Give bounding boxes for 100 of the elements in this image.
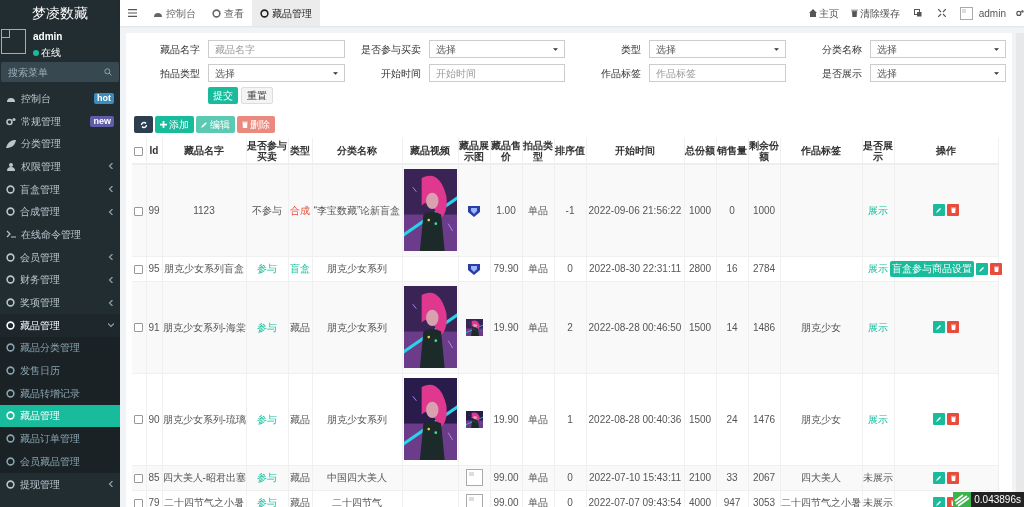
caret-icon xyxy=(553,47,558,51)
filter-label: 类型 xyxy=(620,42,642,57)
checkbox[interactable] xyxy=(134,473,144,483)
pencil-icon xyxy=(936,324,942,330)
sidebar-item[interactable]: 合成管理 xyxy=(0,200,120,224)
column-header: 是否参与买卖 xyxy=(247,139,287,162)
table-cell: 四大美人 xyxy=(801,472,841,483)
column-header: 操作 xyxy=(936,145,956,156)
table-cell: 1 xyxy=(567,413,573,425)
row-edit-button[interactable] xyxy=(933,496,945,507)
table-cell: 99.00 xyxy=(493,497,519,507)
chevron-down-icon xyxy=(108,322,114,329)
text-field[interactable]: 藏品名字 xyxy=(208,40,345,58)
nav-tab[interactable]: 藏品管理 xyxy=(252,0,320,26)
sidebar-item[interactable]: 会员管理 xyxy=(0,245,120,269)
select-field[interactable]: 选择 xyxy=(428,40,565,58)
reset-button[interactable]: 重置 xyxy=(241,87,273,104)
table-cell: 未展示 xyxy=(863,472,893,483)
row-edit-button[interactable] xyxy=(933,413,945,425)
pencil-icon xyxy=(201,121,208,128)
table-cell: 单品 xyxy=(528,413,548,425)
column-header: 排序值 xyxy=(555,145,585,156)
circle-icon xyxy=(6,434,15,444)
clear-cache-link[interactable]: 清除缓存 xyxy=(844,5,906,21)
table-cell: 二十四节气 xyxy=(332,497,382,507)
text-field[interactable]: 开始时间 xyxy=(428,64,565,82)
sidebar-item[interactable]: 常规管理 new xyxy=(0,109,120,133)
table-cell: 展示 xyxy=(868,263,888,274)
table-cell: 1.00 xyxy=(496,204,516,216)
table-cell: 盲盒 xyxy=(290,263,310,274)
menu-search-field[interactable]: 搜索菜单 xyxy=(1,62,119,82)
checkbox[interactable] xyxy=(134,264,144,274)
table-cell: 2022-07-10 15:43:11 xyxy=(588,472,682,483)
sidebar-item[interactable]: 权限管理 xyxy=(0,155,120,178)
row-edit-button[interactable] xyxy=(933,321,945,333)
row-delete-button[interactable] xyxy=(990,262,1002,275)
checkbox[interactable] xyxy=(134,323,144,333)
sidebar-item[interactable]: 奖项管理 xyxy=(0,291,120,314)
checkbox[interactable] xyxy=(134,146,144,156)
table-cell: 朋克少女系列-琉璃 xyxy=(162,413,246,425)
sidebar-item[interactable]: 提现管理 xyxy=(0,472,120,496)
circle-icon xyxy=(6,479,15,489)
refresh-button[interactable] xyxy=(134,116,153,133)
sidebar-item[interactable]: 盲盒管理 xyxy=(0,177,120,201)
table-cell: 朋克少女 xyxy=(801,321,841,333)
table-cell: 朋克少女系列盲盒 xyxy=(164,263,244,274)
column-header: 藏品售价 xyxy=(491,139,521,162)
submenu-item[interactable]: 会员藏品管理 xyxy=(0,450,120,473)
row-edit-button[interactable] xyxy=(933,471,945,484)
submenu-item[interactable]: 发售日历 xyxy=(0,359,120,382)
pencil-icon xyxy=(936,499,942,506)
fullscreen-icon[interactable] xyxy=(937,9,946,17)
trash-icon xyxy=(950,474,956,481)
filter-label: 藏品名字 xyxy=(159,42,201,57)
submenu-item[interactable]: 藏品转增记录 xyxy=(0,381,120,405)
row-delete-button[interactable] xyxy=(947,204,959,217)
nav-tab[interactable]: 控制台 xyxy=(145,0,204,26)
text-field[interactable]: 作品标签 xyxy=(649,64,786,82)
sidebar-item[interactable]: 藏品管理 xyxy=(0,313,120,337)
nav-tab[interactable]: 查看 xyxy=(204,0,252,26)
menu-badge: hot xyxy=(94,92,114,104)
row-delete-button[interactable] xyxy=(947,413,959,425)
table-cell: 藏品 xyxy=(290,321,310,333)
column-header: 分类名称 xyxy=(337,145,377,156)
leaf-icon xyxy=(6,139,16,148)
trash-icon xyxy=(950,416,956,422)
table-cell: 1500 xyxy=(688,321,712,333)
menu-icon[interactable] xyxy=(128,9,137,17)
table-cell: 24 xyxy=(726,413,738,425)
table-cell: “李宝数藏”论新盲盒 xyxy=(313,204,401,216)
row-delete-button[interactable] xyxy=(947,471,959,484)
select-field[interactable]: 选择 xyxy=(869,40,1006,58)
table-cell: 单品 xyxy=(528,497,548,507)
table-cell: 1000 xyxy=(752,204,776,216)
sidebar-item[interactable]: 财务管理 xyxy=(0,268,120,292)
checkbox[interactable] xyxy=(134,206,144,216)
submenu-item[interactable]: 藏品分类管理 xyxy=(0,336,120,360)
row-delete-button[interactable] xyxy=(947,321,959,333)
table-cell: 2022-07-07 09:43:54 xyxy=(588,497,682,507)
table-cell: 单品 xyxy=(528,204,548,216)
select-field[interactable]: 选择 xyxy=(649,40,786,58)
select-field[interactable]: 选择 xyxy=(869,64,1006,82)
table-cell: 二十四节气之小暑 xyxy=(781,497,861,507)
header-user-name[interactable]: admin xyxy=(972,5,1012,21)
filter-label: 作品标签 xyxy=(600,66,642,81)
submenu-item[interactable]: 藏品订单管理 xyxy=(0,427,120,450)
table-cell: 99.00 xyxy=(493,472,519,483)
checkbox[interactable] xyxy=(134,498,144,507)
select-field[interactable]: 选择 xyxy=(208,64,345,82)
row-edit-button[interactable] xyxy=(933,204,945,217)
caret-icon xyxy=(994,71,999,75)
table-cell: 参与 xyxy=(257,263,277,274)
table-cell: 0 xyxy=(567,472,573,483)
sidebar-item[interactable]: 分类管理 xyxy=(0,132,120,156)
home-link[interactable]: 主页 xyxy=(802,5,845,21)
sidebar-item[interactable]: 在线命令管理 xyxy=(0,223,120,246)
checkbox[interactable] xyxy=(134,415,144,425)
sidebar-item[interactable]: 控制台 hot xyxy=(0,87,120,110)
avatar-image-icon[interactable] xyxy=(959,6,973,20)
row-edit-button[interactable] xyxy=(976,262,988,275)
